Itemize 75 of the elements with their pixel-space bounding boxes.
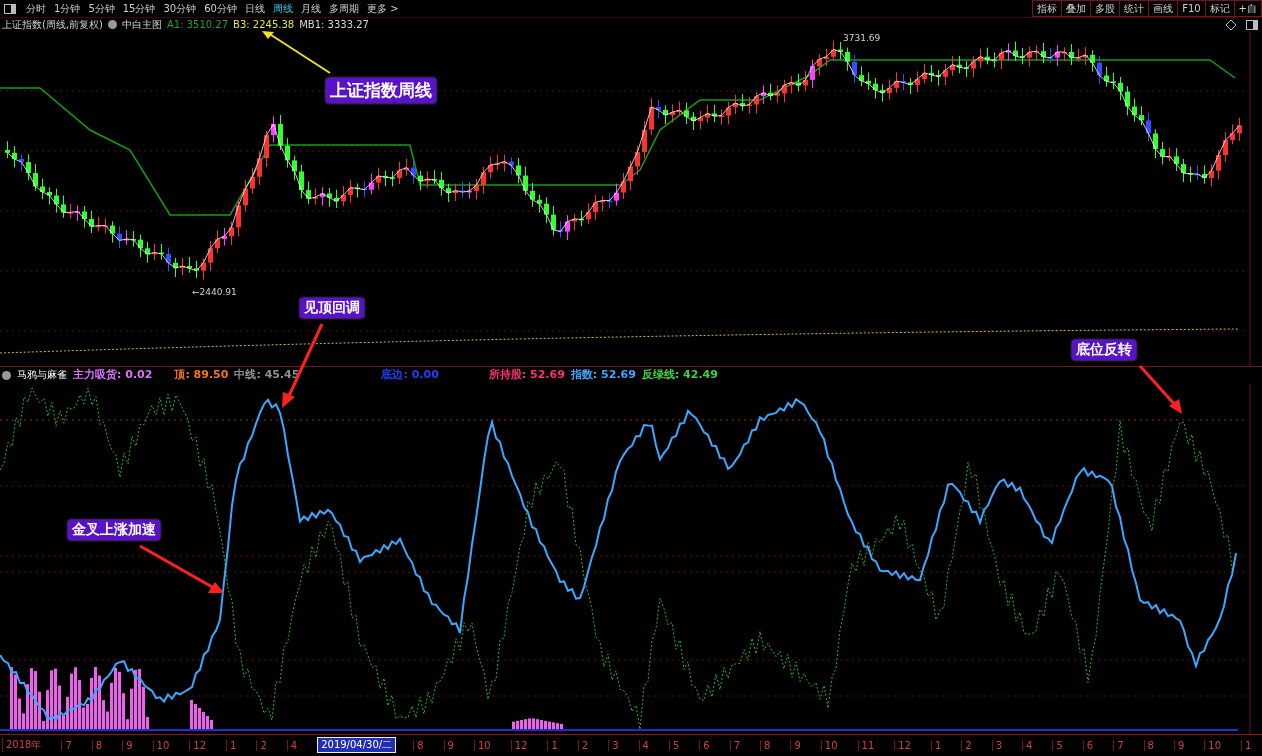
period-tab[interactable]: 30分钟 — [159, 0, 201, 17]
toolbar-button[interactable]: 标记 — [1204, 0, 1235, 18]
period-tab[interactable]: 多周期 — [324, 0, 363, 17]
indicator-value: 指数: 52.69 — [570, 369, 636, 382]
time-axis-label: 7 — [61, 739, 75, 751]
time-axis-label: 3 — [608, 739, 622, 751]
time-axis-label: 9 — [1174, 739, 1188, 751]
time-axis-label: 1 — [226, 739, 240, 751]
time-axis-label: 2 — [961, 739, 975, 751]
time-axis-label: 8 — [760, 739, 774, 751]
template-name: 中白主图 — [122, 18, 162, 31]
indicator-value: MB1: 3333.27 — [299, 18, 369, 31]
indicator-value: 中线: 45.45 — [234, 369, 300, 382]
toolbar-button[interactable]: 指标 — [1032, 0, 1063, 18]
indicator-value: B3: 2245.38 — [233, 18, 295, 31]
time-axis-label: 1 — [547, 739, 561, 751]
toolbar-button[interactable]: F10 — [1177, 0, 1206, 18]
period-tab[interactable]: 分时 — [22, 0, 50, 17]
time-axis-label: 9 — [443, 739, 457, 751]
time-axis-label: 1 — [1241, 739, 1255, 751]
time-axis-label: 5 — [1052, 739, 1066, 751]
time-axis-label: 10 — [473, 739, 494, 751]
time-axis-label: 4 — [1022, 739, 1036, 751]
annotation-label: 金叉上涨加速 — [68, 519, 160, 540]
time-axis-label: 7 — [729, 739, 744, 751]
time-axis-label: 12 — [189, 739, 210, 751]
time-axis-label: 10 — [1204, 739, 1225, 751]
indicator-value: 反绿线: 42.49 — [641, 369, 718, 382]
time-axis-label: 8 — [91, 739, 106, 751]
time-axis-label: 9 — [790, 739, 804, 751]
time-axis-label: 2019/04/30/二 — [317, 737, 397, 754]
time-axis-label: 2 — [256, 739, 270, 751]
period-tab[interactable]: 1分钟 — [50, 0, 85, 17]
time-axis-label: 10 — [152, 739, 173, 751]
time-axis-label: 7 — [1113, 739, 1127, 751]
period-tab[interactable]: 60分钟 — [200, 0, 241, 17]
annotation-label: 见顶回调 — [300, 297, 364, 318]
annotation-label: 上证指数周线 — [326, 78, 436, 104]
time-axis-label: 8 — [1143, 739, 1157, 751]
indicator-value: 顶: 89.50 — [174, 369, 229, 382]
time-axis-label: 12 — [894, 739, 914, 751]
annotation-label: 底位反转 — [1072, 339, 1136, 360]
time-axis-label: 5 — [668, 739, 683, 751]
toolbar-button[interactable]: 统计 — [1119, 0, 1150, 18]
toolbar-button[interactable]: 多股 — [1090, 0, 1121, 18]
time-axis-label: 2018年 — [2, 738, 45, 753]
time-axis-label: 8 — [413, 739, 427, 751]
indicator-value: A1: 3510.27 — [167, 18, 229, 31]
price-label: 3731.69 — [843, 33, 881, 44]
period-tab[interactable]: 日线 — [240, 0, 269, 17]
time-axis-label: 4 — [286, 739, 301, 751]
indicator-value: 主力吸货: 0.02 — [73, 369, 153, 382]
indicator-value: 所持股: 52.69 — [488, 369, 565, 382]
price-label: ←2440.91 — [192, 287, 237, 298]
time-axis-label: 12 — [510, 739, 531, 751]
chart-title: 上证指数(周线,前复权) — [2, 18, 103, 31]
period-tab[interactable]: 5分钟 — [84, 0, 119, 17]
period-tab[interactable]: 更多 > — [362, 0, 403, 17]
time-axis-label: 2 — [577, 739, 592, 751]
time-axis-label: 1 — [931, 739, 945, 751]
time-axis-label: 6 — [1082, 739, 1097, 751]
toolbar-button[interactable]: +自 — [1233, 0, 1262, 18]
toolbar-button[interactable]: 叠加 — [1061, 0, 1092, 18]
time-axis-label: 10 — [820, 739, 841, 751]
period-tab[interactable]: 月线 — [296, 0, 325, 17]
period-tab[interactable]: 周线 — [268, 0, 297, 17]
toolbar-button[interactable]: 画线 — [1148, 0, 1179, 18]
time-axis-label: 11 — [857, 739, 878, 751]
time-axis-label: 3 — [991, 739, 1006, 751]
indicator-value: 底边: 0.00 — [381, 369, 439, 382]
indicator-name: 马鸦与麻雀 — [17, 369, 67, 382]
time-axis-label: 9 — [122, 739, 136, 751]
time-axis-label: 6 — [699, 739, 713, 751]
period-tab[interactable]: 15分钟 — [118, 0, 160, 17]
time-axis-label: 4 — [638, 739, 652, 751]
